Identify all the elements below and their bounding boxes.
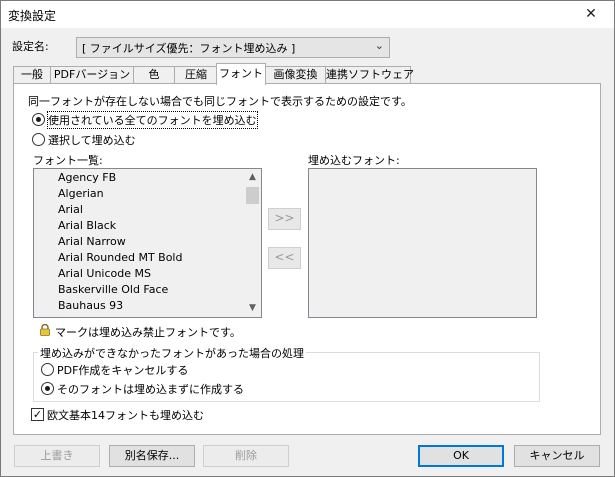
embed-failure-title: 埋め込みができなかったフォントがあった場合の処理 bbox=[38, 345, 306, 361]
font-list-scrollbar[interactable]: ▲ ▼ bbox=[244, 169, 261, 317]
scroll-up-icon[interactable]: ▲ bbox=[244, 169, 261, 186]
tab-compression[interactable]: 圧縮 bbox=[174, 66, 218, 84]
scroll-down-icon[interactable]: ▼ bbox=[244, 300, 261, 317]
tab-linked-software[interactable]: 連携ソフトウェア bbox=[325, 66, 414, 84]
title-bar: 変換設定 ✕ bbox=[1, 1, 614, 28]
list-item[interactable]: Arial Black bbox=[58, 219, 116, 235]
chevron-down-icon: ⌄ bbox=[374, 39, 384, 52]
font-list-label: フォント一覧: bbox=[33, 154, 103, 167]
save-as-button[interactable]: 別名保存... bbox=[109, 445, 195, 467]
setting-name-value: [ ファイルサイズ優先：フォント埋め込み ] bbox=[82, 42, 296, 55]
list-item[interactable]: Baskerville Old Face bbox=[58, 283, 168, 299]
base14-label[interactable]: 欧文基本14フォントも埋め込む bbox=[47, 407, 204, 423]
scrollbar-thumb[interactable] bbox=[246, 187, 259, 204]
setting-name-label: 設定名: bbox=[12, 40, 49, 53]
list-item[interactable]: Arial bbox=[58, 203, 83, 219]
continue-without-embed-label[interactable]: そのフォントは埋め込まずに作成する bbox=[57, 381, 244, 397]
setting-name-select[interactable]: [ ファイルサイズ優先：フォント埋め込み ] ⌄ bbox=[76, 37, 390, 58]
font-list[interactable]: Agency FB Algerian Arial Arial Black Ari… bbox=[33, 168, 262, 318]
close-icon[interactable]: ✕ bbox=[568, 1, 614, 28]
tab-pdf-version[interactable]: PDFバージョン bbox=[50, 66, 134, 84]
remove-font-button[interactable]: << bbox=[268, 247, 301, 269]
continue-without-embed-radio[interactable] bbox=[41, 382, 54, 395]
cancel-button[interactable]: キャンセル bbox=[514, 445, 600, 467]
list-item[interactable]: Agency FB bbox=[58, 171, 116, 187]
list-item[interactable]: Arial Rounded MT Bold bbox=[58, 251, 182, 267]
embed-all-radio[interactable] bbox=[32, 113, 45, 126]
list-item[interactable]: Arial Unicode MS bbox=[58, 267, 151, 283]
embed-list-label: 埋め込むフォント: bbox=[308, 154, 400, 167]
add-font-button[interactable]: >> bbox=[268, 208, 301, 230]
cancel-pdf-radio[interactable] bbox=[41, 363, 54, 376]
lock-icon bbox=[40, 324, 50, 336]
cancel-pdf-label[interactable]: PDF作成をキャンセルする bbox=[57, 362, 188, 378]
embed-font-list[interactable] bbox=[308, 168, 537, 318]
list-item[interactable]: Bauhaus 93 bbox=[58, 299, 123, 315]
embed-all-label[interactable]: 使用されている全てのフォントを埋め込む bbox=[47, 111, 258, 129]
embed-selected-label[interactable]: 選択して埋め込む bbox=[48, 132, 136, 148]
list-item[interactable]: Algerian bbox=[58, 187, 104, 203]
tab-font[interactable]: フォント bbox=[216, 63, 266, 85]
tab-image-conversion[interactable]: 画像変換 bbox=[265, 66, 326, 84]
font-tab-description: 同一フォントが存在しない場合でも同じフォントで表示するための設定です。 bbox=[28, 95, 412, 108]
tab-general[interactable]: 一般 bbox=[13, 66, 51, 84]
lock-note: マークは埋め込み禁止フォントです。 bbox=[55, 326, 241, 339]
window-title: 変換設定 bbox=[8, 9, 57, 23]
base14-checkbox[interactable]: ✓ bbox=[31, 408, 44, 421]
embed-selected-radio[interactable] bbox=[32, 133, 45, 146]
overwrite-button[interactable]: 上書き bbox=[14, 445, 100, 467]
tab-color[interactable]: 色 bbox=[133, 66, 175, 84]
list-item[interactable]: Arial Narrow bbox=[58, 235, 126, 251]
ok-button[interactable]: OK bbox=[418, 445, 504, 467]
delete-button[interactable]: 削除 bbox=[203, 445, 289, 467]
